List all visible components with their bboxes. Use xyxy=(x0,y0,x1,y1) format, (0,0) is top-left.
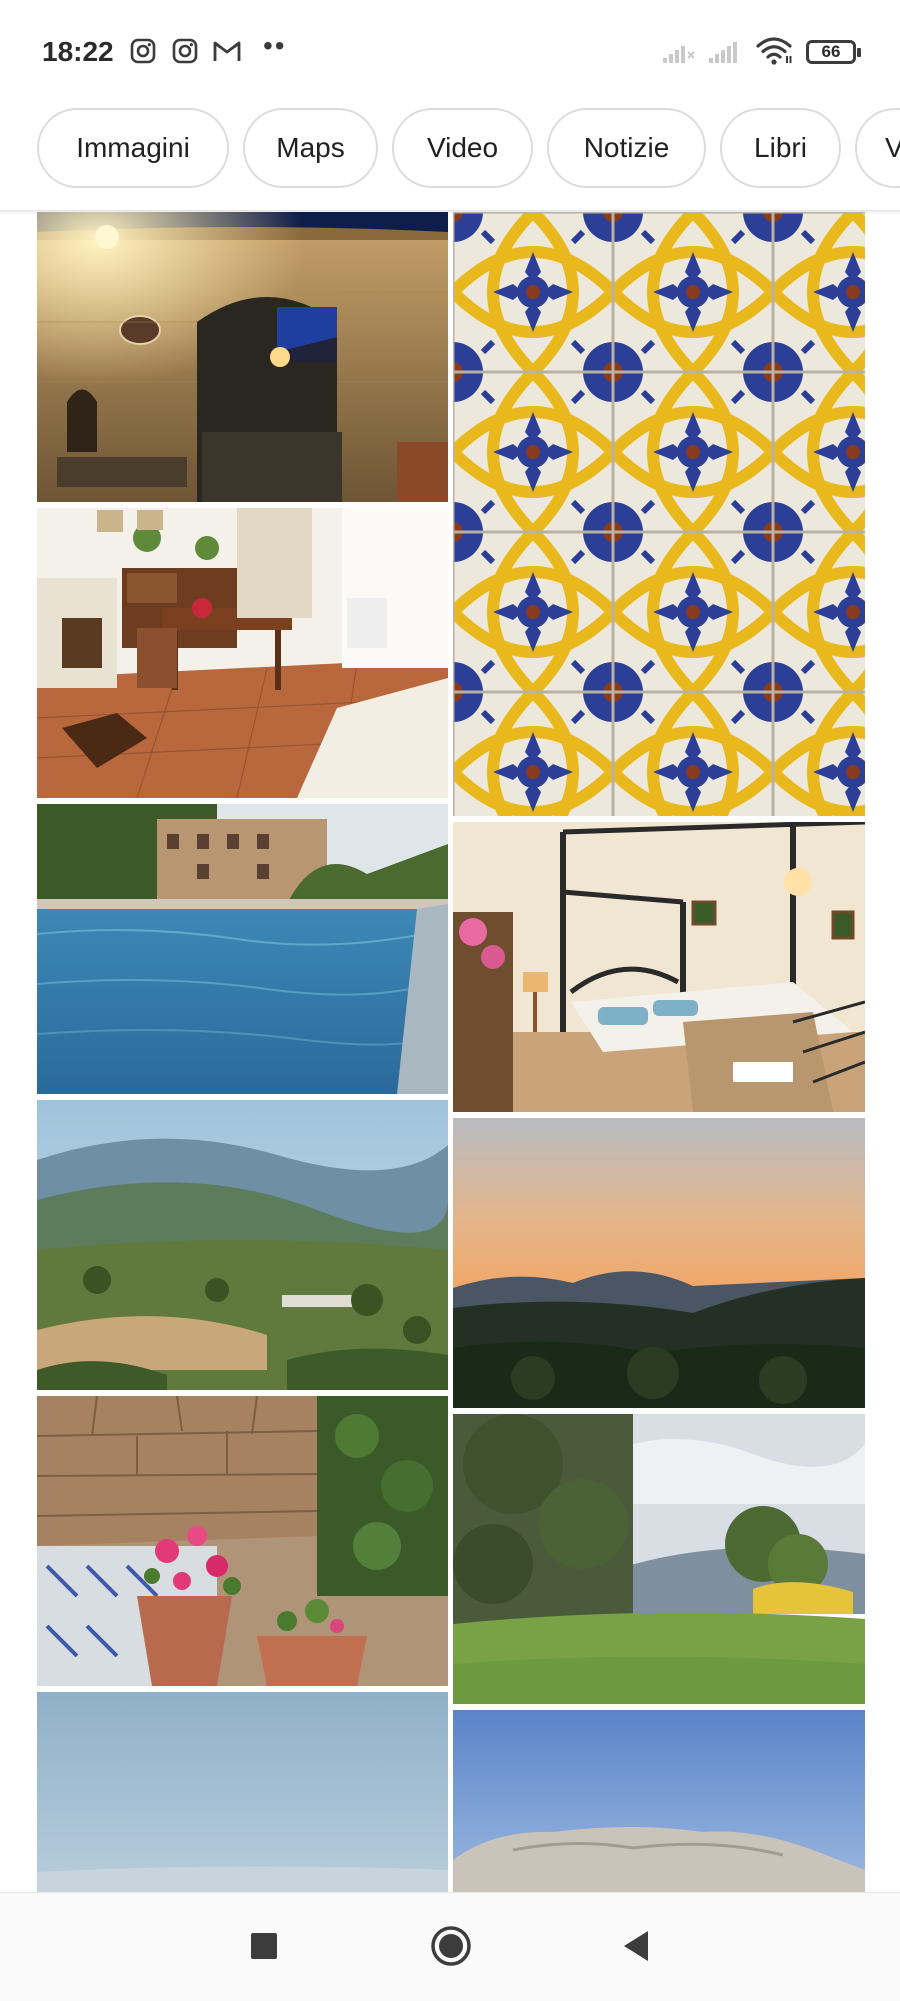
instagram-icon xyxy=(130,38,156,64)
instagram-icon xyxy=(172,38,198,64)
image-result-flower-pots[interactable] xyxy=(37,1396,448,1686)
chip-video[interactable]: Video xyxy=(392,108,533,188)
search-filter-chips: Immagini Maps Video Notizie Libri V xyxy=(0,108,900,212)
back-button[interactable] xyxy=(620,1929,650,1963)
image-result-green-meadow[interactable] xyxy=(453,1414,865,1704)
chip-maps[interactable]: Maps xyxy=(243,108,378,188)
system-navigation-bar xyxy=(0,1892,900,2001)
image-result-living-room[interactable] xyxy=(37,508,448,798)
recent-apps-button[interactable] xyxy=(249,1931,279,1961)
image-results-grid xyxy=(0,212,900,1892)
image-result-sky-horizon[interactable] xyxy=(37,1692,448,1892)
image-result-swimming-pool[interactable] xyxy=(37,804,448,1094)
chip-news[interactable]: Notizie xyxy=(547,108,706,188)
battery-icon: 66 xyxy=(806,40,861,64)
image-result-rocky-mountain[interactable] xyxy=(453,1710,865,1892)
gmail-icon xyxy=(213,41,241,61)
chip-books[interactable]: Libri xyxy=(720,108,841,188)
image-result-bedroom[interactable] xyxy=(453,822,865,1112)
more-notifications-icon: •• xyxy=(263,30,287,61)
signal-icon xyxy=(709,42,737,63)
status-bar: 18:22 •• 66 xyxy=(0,0,900,108)
chip-images[interactable]: Immagini xyxy=(37,108,229,188)
home-button[interactable] xyxy=(430,1925,472,1967)
image-result-mountain-valley[interactable] xyxy=(37,1100,448,1390)
image-result-stone-courtyard[interactable] xyxy=(37,212,448,502)
signal-icon xyxy=(663,46,695,63)
image-result-majolica-tiles[interactable] xyxy=(453,212,865,816)
wifi-icon xyxy=(756,37,792,65)
clock: 18:22 xyxy=(42,36,114,67)
chip-more[interactable]: V xyxy=(855,108,900,188)
image-result-sunset-hills[interactable] xyxy=(453,1118,865,1408)
